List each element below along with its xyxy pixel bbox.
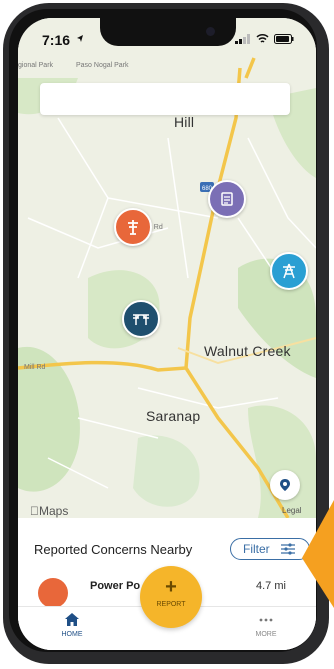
plus-icon: +	[165, 576, 177, 598]
home-icon	[65, 613, 79, 626]
power-lines-icon	[133, 314, 149, 325]
tab-home-label: HOME	[61, 631, 83, 638]
apple-maps-logo: Maps	[30, 504, 68, 518]
concern-title: Power Po	[90, 580, 141, 592]
transmission-tower-icon	[283, 263, 295, 279]
filter-label: Filter	[243, 542, 270, 556]
battery-icon	[274, 34, 294, 44]
map-search-box[interactable]	[40, 83, 290, 115]
tab-more[interactable]: MORE	[236, 613, 296, 638]
panel-title: Reported Concerns Nearby	[34, 542, 193, 557]
power-pole-icon	[128, 220, 138, 235]
map-label-hill: Hill	[174, 114, 195, 130]
concern-distance: 4.7 mi	[256, 580, 286, 592]
filter-button[interactable]: Filter	[230, 538, 310, 560]
document-icon	[221, 192, 233, 206]
legal-link[interactable]: Legal	[282, 506, 302, 515]
concern-pin-tower[interactable]	[270, 252, 308, 290]
notch	[100, 18, 236, 46]
report-button[interactable]: + REPORT	[140, 566, 202, 628]
map-label-walnut-creek: Walnut Creek	[204, 343, 291, 359]
map-label-saranap: Saranap	[146, 408, 201, 424]
tab-home[interactable]: HOME	[42, 613, 102, 638]
map-label-road-top: Paso Nogal Park	[76, 62, 129, 69]
wifi-icon	[256, 34, 269, 43]
location-pin-icon	[280, 479, 290, 491]
filter-icon	[281, 543, 295, 555]
maps-logo-text: Maps	[30, 504, 68, 518]
location-arrow-icon	[77, 35, 83, 42]
map-label-park: gional Park	[18, 62, 54, 69]
signal-icon	[235, 34, 250, 44]
concern-pin-document[interactable]	[208, 180, 246, 218]
status-time: 7:16	[42, 32, 71, 48]
map-view[interactable]: 680 gional Park Paso Nogal Park Hill Wal…	[18, 18, 316, 518]
map-label-mill-rd: Mill Rd	[24, 364, 46, 371]
power-pole-icon	[38, 578, 68, 608]
tab-more-label: MORE	[255, 631, 277, 638]
concern-pin-power-pole[interactable]	[114, 208, 152, 246]
current-location-button[interactable]	[270, 470, 300, 500]
report-label: REPORT	[156, 601, 186, 608]
app-screen: 680 gional Park Paso Nogal Park Hill Wal…	[18, 18, 316, 650]
concern-pin-power-lines[interactable]	[122, 300, 160, 338]
more-dots-icon	[259, 618, 273, 622]
